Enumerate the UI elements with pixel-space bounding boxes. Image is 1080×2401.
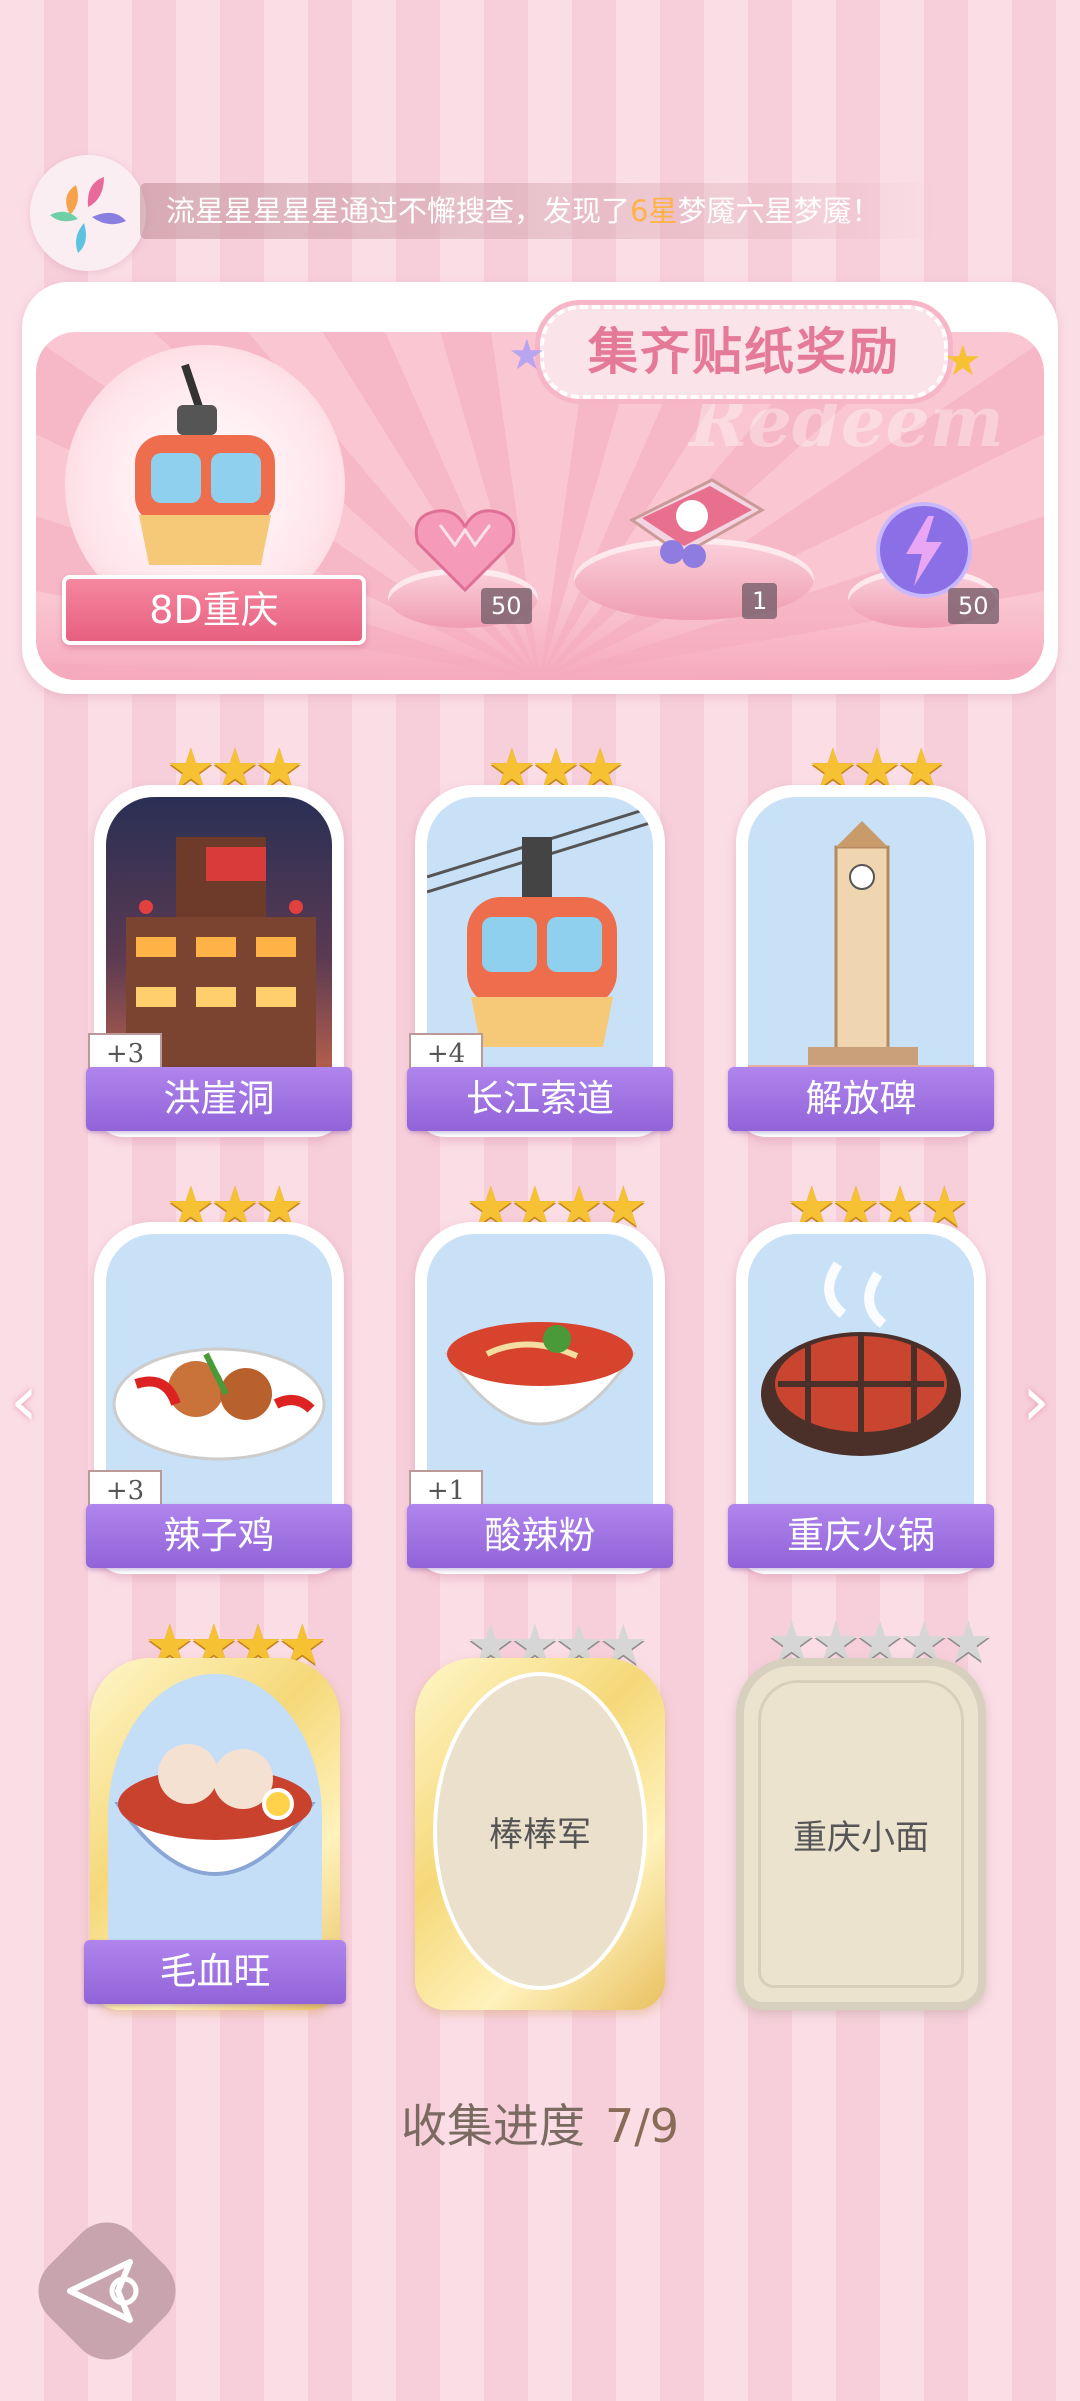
reward-count: 50 bbox=[948, 588, 999, 624]
previous-page-arrow-icon[interactable]: ‹ bbox=[10, 1360, 38, 1442]
card-label: 毛血旺 bbox=[84, 1940, 346, 2004]
sticker-card-cable-car[interactable]: +4 长江索道 bbox=[407, 785, 673, 1137]
locked-card-label: 重庆小面 bbox=[793, 1817, 929, 1858]
notice-suffix: 梦魇六星梦魇！ bbox=[677, 194, 881, 228]
reward-count: 50 bbox=[481, 588, 532, 624]
hotpot-image bbox=[748, 1234, 974, 1524]
maoxuewang-image bbox=[108, 1674, 322, 1960]
notice-banner: 流星星星星星通过不懈搜查，发现了6星梦魇六星梦魇！ bbox=[140, 183, 940, 239]
pink-heart-gem-icon bbox=[410, 505, 520, 599]
card-label: 解放碑 bbox=[728, 1067, 994, 1131]
sticker-card-locked[interactable]: 重庆小面 bbox=[736, 1658, 986, 2010]
sticker-card-spicy-chicken[interactable]: +3 辣子鸡 bbox=[86, 1222, 352, 1574]
sticker-card-hotpot[interactable]: 重庆火锅 bbox=[728, 1222, 994, 1574]
card-label: 辣子鸡 bbox=[86, 1504, 352, 1568]
reward-banner-title: 集齐贴纸奖励 bbox=[540, 305, 948, 399]
liberation-monument-image bbox=[748, 797, 974, 1087]
progress-value: 7/9 bbox=[604, 2099, 680, 2153]
sticker-card-jiefangbei[interactable]: 解放碑 bbox=[728, 785, 994, 1137]
gold-star-icon: ★ bbox=[944, 336, 982, 385]
card-label: 酸辣粉 bbox=[407, 1504, 673, 1568]
collection-progress: 收集进度 7/9 bbox=[0, 2090, 1080, 2156]
sticker-card-hongyadong[interactable]: +3 洪崖洞 bbox=[86, 785, 352, 1137]
sticker-card-locked[interactable]: 棒棒军 bbox=[415, 1658, 665, 2010]
sticker-card-hot-sour-noodles[interactable]: +1 酸辣粉 bbox=[407, 1222, 673, 1574]
card-label: 重庆火锅 bbox=[728, 1504, 994, 1568]
card-label: 长江索道 bbox=[407, 1067, 673, 1131]
gift-box-icon bbox=[622, 460, 772, 574]
notice-prefix: 流星星星星星通过不懈搜查，发现了 bbox=[166, 194, 631, 228]
card-label: 洪崖洞 bbox=[86, 1067, 352, 1131]
city-name-label: 8D重庆 bbox=[62, 575, 366, 645]
purple-star-icon: ★ bbox=[508, 330, 546, 379]
locked-card-label: 棒棒军 bbox=[433, 1672, 647, 1990]
next-page-arrow-icon[interactable]: › bbox=[1022, 1360, 1050, 1442]
sticker-card-maoxuewang[interactable]: 毛血旺 bbox=[84, 1658, 346, 2010]
notice-highlight: 6星 bbox=[630, 194, 678, 228]
back-arrow-icon bbox=[60, 2248, 154, 2334]
progress-label: 收集进度 bbox=[400, 2099, 585, 2153]
reward-count: 1 bbox=[742, 583, 778, 619]
app-logo-icon bbox=[30, 155, 146, 271]
